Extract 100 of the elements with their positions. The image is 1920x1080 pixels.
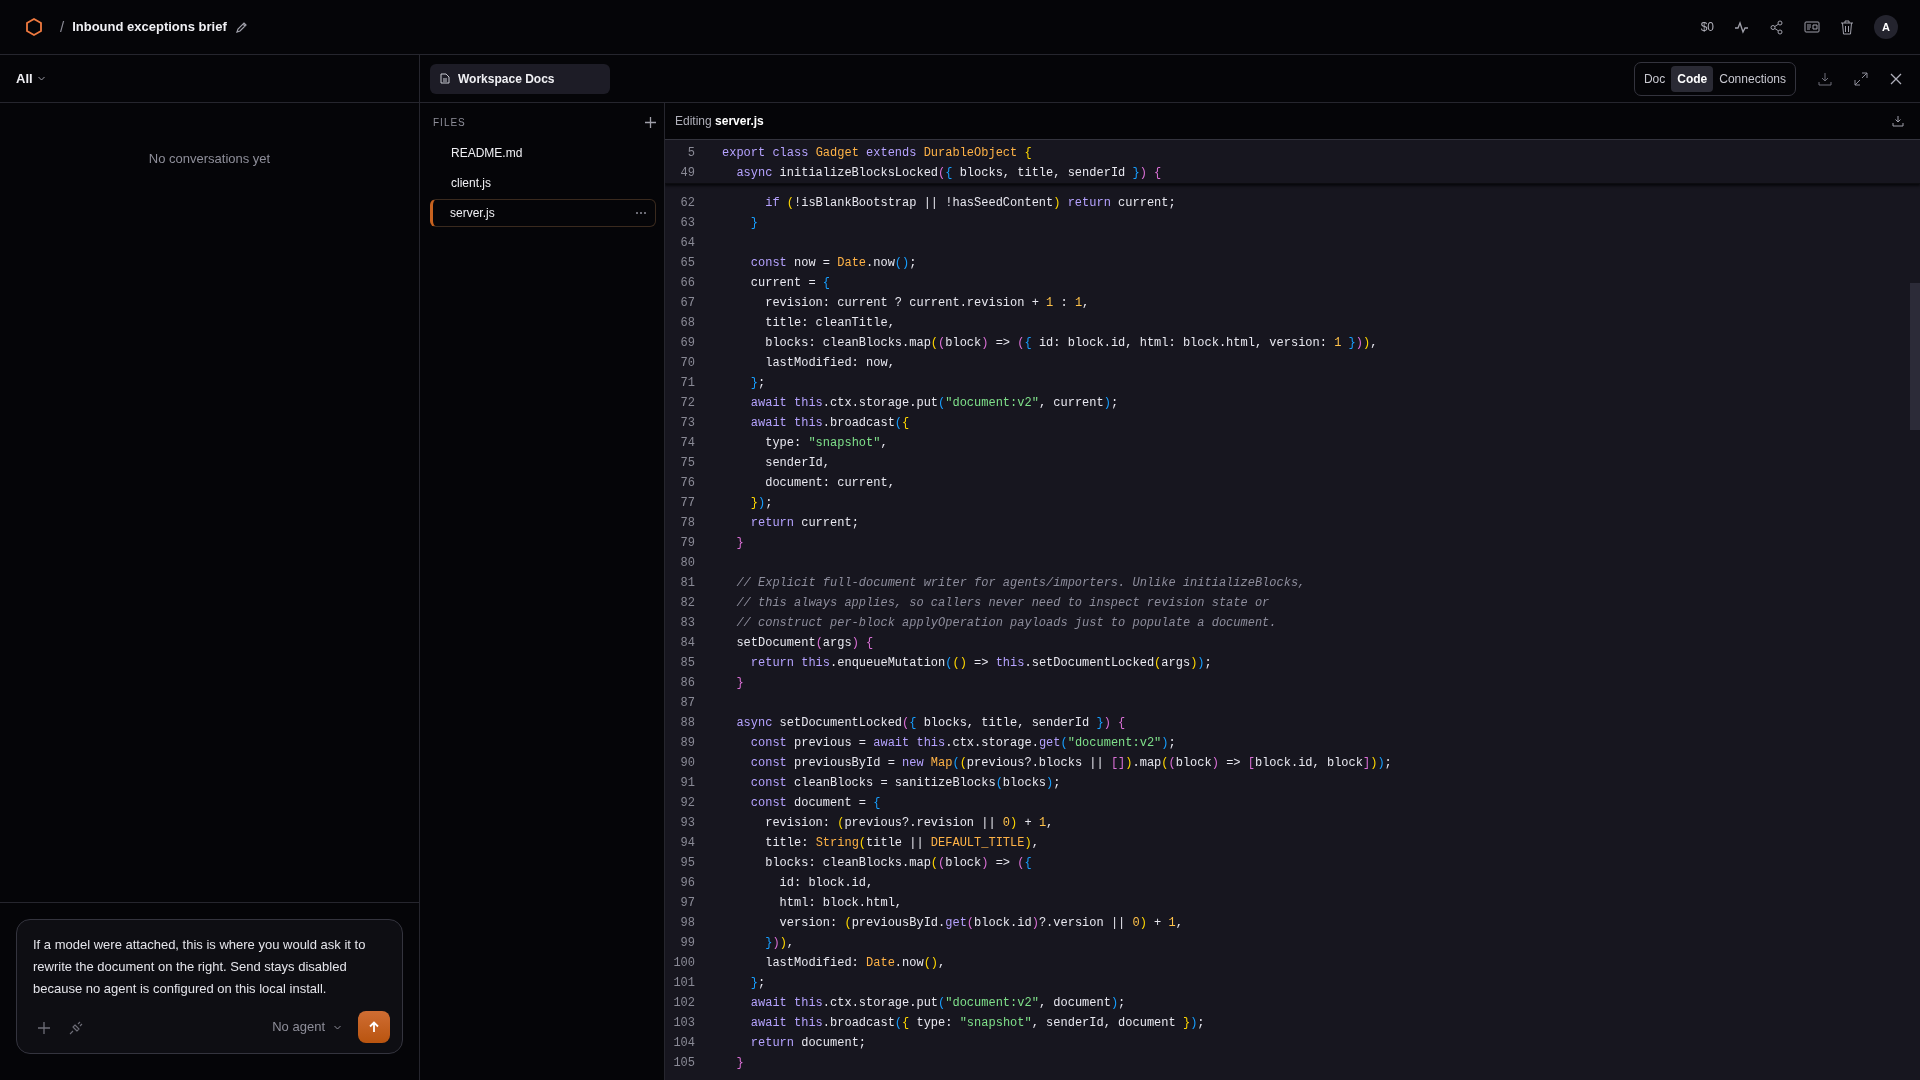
code-line: }	[735, 1055, 744, 1072]
empty-state-text: No conversations yet	[147, 150, 272, 168]
line-number: 80	[679, 555, 695, 572]
code-line: })),	[764, 935, 795, 952]
line-number: 100	[672, 955, 695, 972]
line-number: 74	[679, 435, 695, 452]
view-tab[interactable]: Doc	[1637, 65, 1672, 92]
line-number: 93	[679, 815, 695, 832]
code-line: }	[749, 215, 758, 232]
message-field[interactable]: If a model were attached, this is where you would ask it to rewrite the document on the right. Send stays disabled because no agent is configured on this local install.	[33, 934, 390, 1004]
code-line: blocks: cleanBlocks.map((block) => ({	[764, 855, 1032, 872]
send-button[interactable]	[358, 1011, 390, 1043]
code-line: }	[735, 535, 744, 552]
pencil-icon[interactable]	[234, 20, 249, 34]
line-number: 86	[679, 675, 695, 692]
line-number: 76	[679, 475, 695, 492]
code-line: lastModified: now,	[764, 355, 895, 372]
line-number: 73	[679, 415, 695, 432]
line-number: 88	[679, 715, 695, 732]
code-line: async setDocumentLocked({ blocks, title, senderId }) {	[735, 715, 1126, 732]
code-line: });	[749, 495, 773, 512]
editor-status: Editing server.js	[675, 113, 764, 130]
files-heading: FILES	[433, 115, 466, 130]
code-line: // construct per-block applyOperation payloads just to populate a document.	[735, 615, 1277, 632]
line-number: 79	[679, 535, 695, 552]
line-number: 83	[679, 615, 695, 632]
code-line: async initializeBlocksLocked({ blocks, title, senderId }) {	[735, 165, 1162, 182]
line-number: 68	[679, 315, 695, 332]
message-composer[interactable]: If a model were attached, this is where you would ask it to rewrite the document on the right. Send stays disabled because no agent is configured on this local install. No agent	[16, 919, 403, 1054]
line-number: 99	[679, 935, 695, 952]
code-line: return document;	[749, 1035, 867, 1052]
line-number: 105	[672, 1055, 695, 1072]
pulse-icon[interactable]	[1734, 19, 1749, 35]
code-line: await this.broadcast({ type: "snapshot", senderId, document });	[749, 1015, 1205, 1032]
line-number: 92	[679, 795, 695, 812]
code-line: html: block.html,	[778, 895, 903, 912]
close-icon[interactable]	[1890, 72, 1902, 85]
line-number: 67	[679, 295, 695, 312]
scrollbar-thumb[interactable]	[1910, 283, 1920, 430]
filter-dropdown[interactable]: All	[16, 68, 46, 89]
line-number: 5	[686, 145, 695, 162]
code-line: revision: (previous?.revision || 0) + 1,	[764, 815, 1054, 832]
expand-icon[interactable]	[1854, 71, 1868, 86]
code-line: id: block.id,	[778, 875, 874, 892]
line-number: 87	[679, 695, 695, 712]
balance-label[interactable]: $0	[1700, 18, 1714, 36]
breadcrumb-separator: /	[60, 16, 65, 37]
line-number: 81	[679, 575, 695, 592]
code-line: type: "snapshot",	[764, 435, 888, 452]
code-line: if (!isBlankBootstrap || !hasSeedContent) return current;	[764, 195, 1176, 212]
view-tab[interactable]: Connections	[1713, 65, 1792, 92]
line-number: 71	[679, 375, 695, 392]
line-number: 69	[679, 335, 695, 352]
line-number: 72	[679, 395, 695, 412]
hexagon-logo-icon	[24, 17, 44, 37]
file-item[interactable]: server.js	[430, 199, 656, 227]
code-line: // Explicit full-document writer for agents/importers. Unlike initializeBlocks,	[735, 575, 1306, 592]
line-number: 98	[679, 915, 695, 932]
code-line: }	[735, 675, 744, 692]
user-avatar[interactable]: A	[1874, 15, 1898, 39]
trash-icon[interactable]	[1840, 19, 1854, 35]
code-line: const now = Date.now();	[749, 255, 917, 272]
code-line: current = {	[749, 275, 831, 292]
line-number: 96	[679, 875, 695, 892]
line-number: 104	[672, 1035, 695, 1052]
line-number: 102	[672, 995, 695, 1012]
line-number: 84	[679, 635, 695, 652]
line-number: 64	[679, 235, 695, 252]
line-number: 63	[679, 215, 695, 232]
code-line: const cleanBlocks = sanitizeBlocks(blocks);	[749, 775, 1061, 792]
share-icon[interactable]	[1769, 19, 1784, 35]
code-line: };	[749, 975, 766, 992]
agent-dropdown[interactable]: No agent	[272, 1017, 342, 1037]
code-line: await this.broadcast({	[749, 415, 910, 432]
code-line: const document = {	[749, 795, 881, 812]
line-number: 97	[679, 895, 695, 912]
file-item[interactable]: README.md	[430, 139, 656, 167]
file-item[interactable]: client.js	[430, 169, 656, 197]
line-number: 85	[679, 655, 695, 672]
view-tab[interactable]: Code	[1671, 65, 1714, 92]
line-number: 78	[679, 515, 695, 532]
code-line: document: current,	[764, 475, 895, 492]
line-number: 75	[679, 455, 695, 472]
id-card-icon[interactable]	[1804, 20, 1820, 34]
code-line: revision: current ? current.revision + 1 : 1,	[764, 295, 1090, 312]
document-title: Inbound exceptions brief	[72, 18, 227, 37]
code-line: title: String(title || DEFAULT_TITLE),	[764, 835, 1039, 852]
download-icon[interactable]	[1818, 71, 1832, 86]
download-icon[interactable]	[1892, 115, 1904, 127]
line-number: 103	[672, 1015, 695, 1032]
line-number: 65	[679, 255, 695, 272]
code-line: senderId,	[764, 455, 831, 472]
workspace-tab[interactable]: Workspace Docs	[430, 63, 610, 94]
arrow-up-icon	[368, 1021, 380, 1033]
code-line: const previous = await this.ctx.storage.get("document:v2");	[749, 735, 1176, 752]
code-line: title: cleanTitle,	[764, 315, 895, 332]
line-number: 94	[679, 835, 695, 852]
more-icon[interactable]	[635, 211, 647, 215]
plus-icon[interactable]	[645, 116, 656, 128]
line-number: 95	[679, 855, 695, 872]
